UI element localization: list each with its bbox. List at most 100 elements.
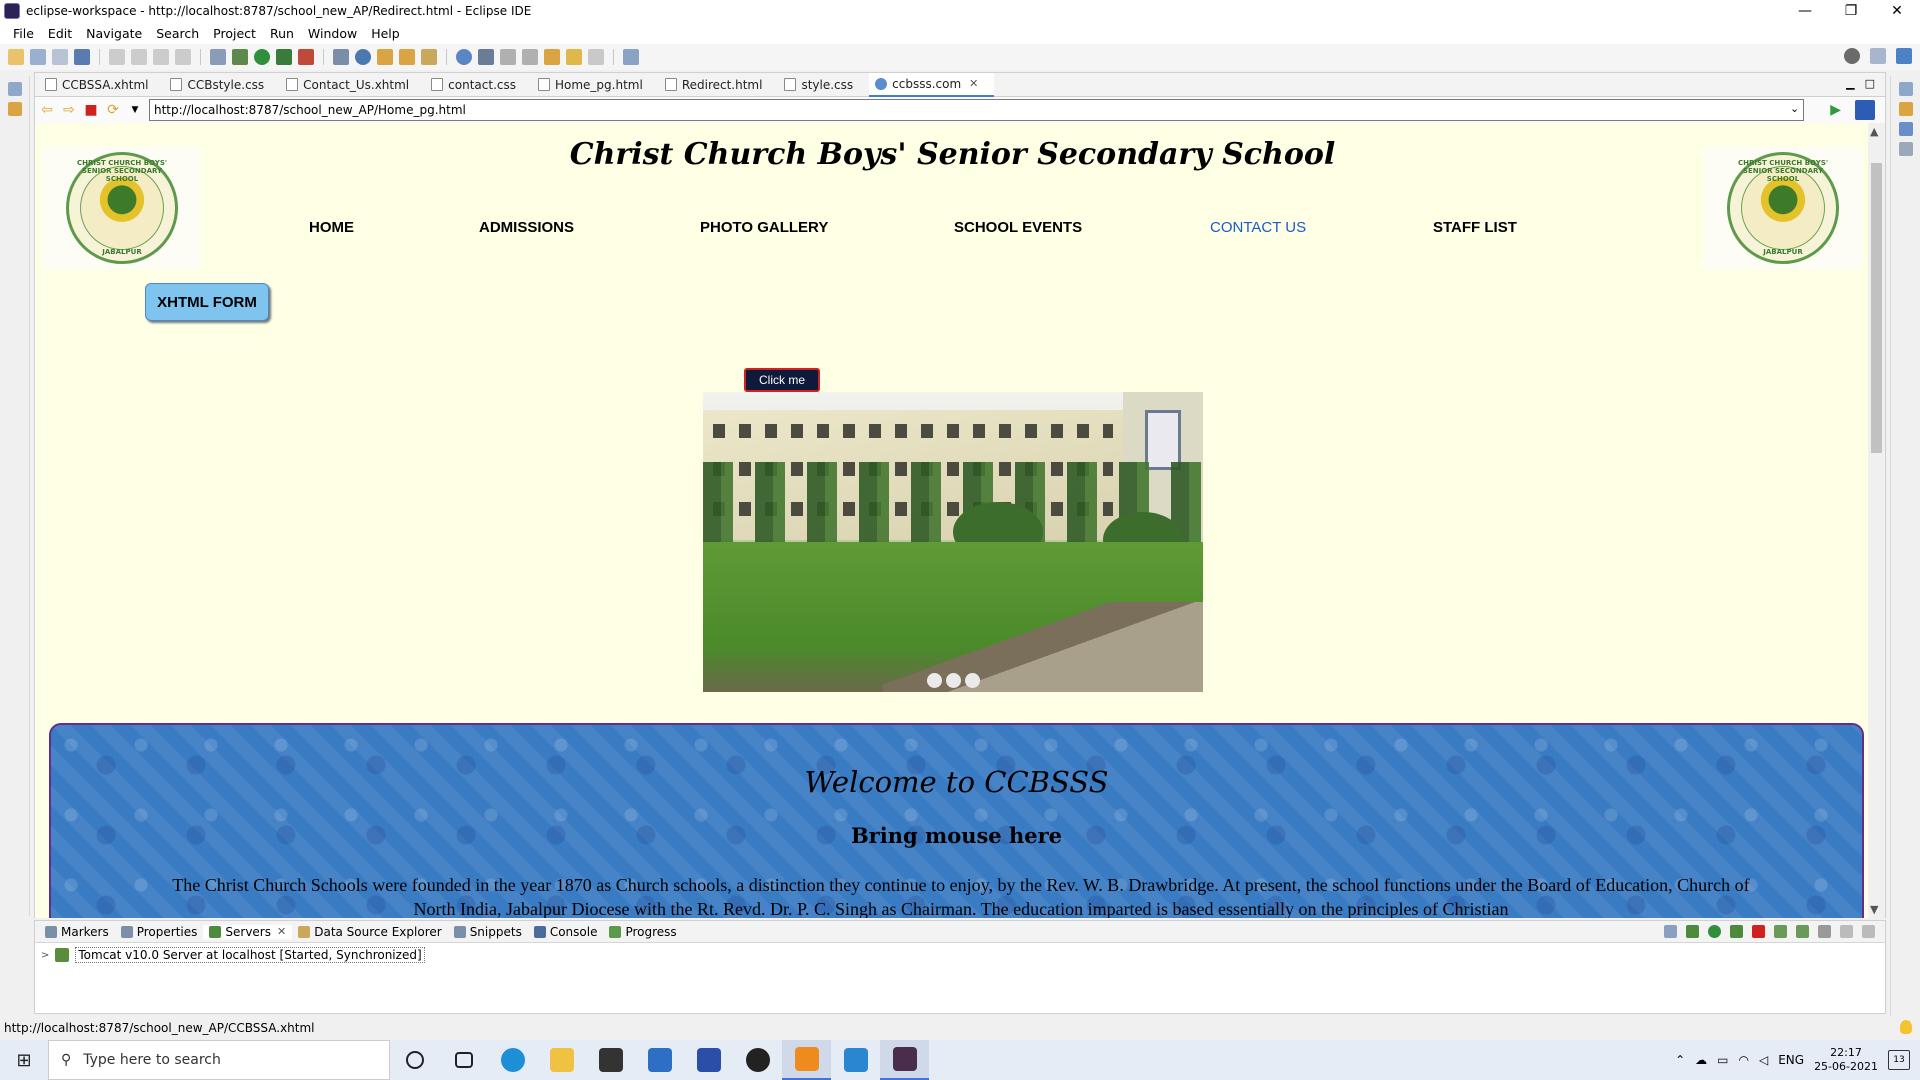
volume-icon[interactable]: ◁: [1759, 1053, 1768, 1067]
external-tools-icon[interactable]: [298, 49, 314, 65]
tab-redirect-html[interactable]: Redirect.html: [659, 73, 779, 97]
close-button[interactable]: ✕: [1874, 0, 1920, 22]
last-edit-icon[interactable]: [544, 49, 560, 65]
start-button[interactable]: ⊞: [0, 1040, 48, 1080]
menu-run[interactable]: Run: [263, 26, 301, 41]
tab-servers[interactable]: Servers ✕: [203, 924, 293, 939]
profile-server-icon[interactable]: [1730, 925, 1743, 938]
xbox-button[interactable]: [733, 1040, 782, 1080]
language-indicator[interactable]: ENG: [1778, 1053, 1804, 1067]
file-explorer-button[interactable]: [537, 1040, 586, 1080]
click-me-button[interactable]: Click me: [744, 368, 820, 392]
nav-admissions[interactable]: ADMISSIONS: [479, 219, 574, 236]
tab-home-pg-html[interactable]: Home_pg.html: [532, 73, 659, 97]
browser-scrollbar[interactable]: ▲ ▼: [1868, 123, 1885, 918]
mail-button[interactable]: [635, 1040, 684, 1080]
menu-window[interactable]: Window: [301, 26, 364, 41]
tab-ccbsss-com[interactable]: ccbsss.com ✕: [869, 72, 995, 97]
view-menu-icon[interactable]: [1818, 925, 1831, 938]
web-service-icon[interactable]: [478, 49, 494, 65]
chevron-right-icon[interactable]: >: [41, 950, 49, 961]
pin-editor-icon[interactable]: [623, 49, 639, 65]
slide-dot[interactable]: [964, 673, 980, 688]
new-web-icon[interactable]: [355, 49, 371, 65]
server-list-item[interactable]: > Tomcat v10.0 Server at localhost [Star…: [35, 943, 1885, 967]
task-view-button[interactable]: [439, 1040, 488, 1080]
new-icon[interactable]: [8, 49, 24, 65]
tab-console[interactable]: Console: [528, 925, 604, 939]
minimize-button[interactable]: —: [1782, 0, 1828, 22]
save-icon[interactable]: [30, 49, 46, 65]
project-explorer-icon[interactable]: [7, 102, 22, 116]
collapse-icon[interactable]: [1664, 925, 1677, 938]
open-external-browser-icon[interactable]: [1855, 100, 1875, 120]
new-server-icon[interactable]: [333, 49, 349, 65]
battery-icon[interactable]: ▭: [1717, 1053, 1728, 1067]
back-arrow-icon[interactable]: ⇦: [39, 103, 55, 117]
debug-server-icon[interactable]: [1686, 925, 1699, 938]
onedrive-icon[interactable]: ☁: [1695, 1053, 1707, 1067]
forward-icon[interactable]: [588, 49, 604, 65]
publish-icon[interactable]: [1774, 925, 1787, 938]
minimize-icon[interactable]: ▁: [1846, 77, 1854, 90]
scroll-down-icon[interactable]: ▼: [1870, 903, 1878, 916]
network-icon[interactable]: ◠: [1738, 1053, 1748, 1067]
close-tab-icon[interactable]: ✕: [277, 925, 286, 938]
store-button[interactable]: [586, 1040, 635, 1080]
menu-help[interactable]: Help: [364, 26, 407, 41]
open-folder-icon[interactable]: [399, 49, 415, 65]
maximize-icon[interactable]: □: [1865, 77, 1875, 90]
task-list-icon[interactable]: [1898, 122, 1913, 136]
palette-icon[interactable]: [1898, 142, 1913, 156]
nav-school-events[interactable]: SCHOOL EVENTS: [954, 219, 1082, 236]
go-icon[interactable]: ▶: [1830, 102, 1841, 118]
menu-project[interactable]: Project: [206, 26, 263, 41]
terminate-icon[interactable]: [153, 49, 169, 65]
chevron-down-icon[interactable]: ⌄: [1790, 102, 1799, 115]
restore-icon[interactable]: [7, 82, 22, 96]
chevron-up-icon[interactable]: ⌃: [1675, 1053, 1685, 1067]
step-into-icon[interactable]: [175, 49, 191, 65]
slide-dot[interactable]: [945, 673, 961, 688]
vscode-button[interactable]: [831, 1040, 880, 1080]
menu-navigate[interactable]: Navigate: [79, 26, 149, 41]
slide-dot[interactable]: [926, 673, 942, 688]
restore-button[interactable]: ❐: [1828, 0, 1874, 22]
notification-center-icon[interactable]: 13: [1888, 1050, 1910, 1070]
coverage-icon[interactable]: [276, 49, 292, 65]
resume-icon[interactable]: [109, 49, 125, 65]
stop-server-icon[interactable]: [1752, 925, 1765, 938]
nav-contact-us[interactable]: CONTACT US: [1210, 219, 1306, 236]
tab-ccbssa-xhtml[interactable]: CCBSSA.xhtml: [39, 73, 164, 97]
search-tool-icon[interactable]: [421, 49, 437, 65]
run-icon[interactable]: [254, 49, 270, 65]
edge-button[interactable]: [488, 1040, 537, 1080]
maximize-icon[interactable]: [1862, 925, 1875, 938]
tab-markers[interactable]: Markers: [39, 925, 115, 939]
java-ee-perspective-icon[interactable]: [1896, 48, 1912, 64]
open-perspective-icon[interactable]: [1870, 48, 1886, 64]
forward-arrow-icon[interactable]: ⇨: [61, 103, 77, 117]
school-photo-slideshow[interactable]: [703, 392, 1203, 692]
outline-icon[interactable]: [1898, 102, 1913, 116]
menu-search[interactable]: Search: [149, 26, 206, 41]
terminal-icon[interactable]: [74, 49, 90, 65]
tab-progress[interactable]: Progress: [603, 925, 682, 939]
nav-home[interactable]: HOME: [309, 219, 354, 236]
menu-edit[interactable]: Edit: [41, 26, 79, 41]
tab-snippets[interactable]: Snippets: [448, 925, 528, 939]
xhtml-form-button[interactable]: XHTML FORM: [145, 283, 269, 321]
stop-icon[interactable]: ■: [83, 103, 99, 117]
start-server-icon[interactable]: [1708, 925, 1721, 938]
minimize-icon[interactable]: [1840, 925, 1853, 938]
chevron-down-icon[interactable]: ▼: [127, 103, 143, 117]
app-button[interactable]: [684, 1040, 733, 1080]
tab-ccbstyle-css[interactable]: CCBstyle.css: [164, 73, 280, 97]
tab-contact-us-xhtml[interactable]: Contact_Us.xhtml: [280, 73, 425, 97]
clean-icon[interactable]: [1796, 925, 1809, 938]
close-tab-icon[interactable]: ✕: [969, 77, 978, 90]
tip-bulb-icon[interactable]: [1900, 1020, 1912, 1034]
eclipse-button[interactable]: [880, 1040, 929, 1080]
tab-properties[interactable]: Properties: [115, 925, 204, 939]
nav-staff-list[interactable]: STAFF LIST: [1433, 219, 1517, 236]
